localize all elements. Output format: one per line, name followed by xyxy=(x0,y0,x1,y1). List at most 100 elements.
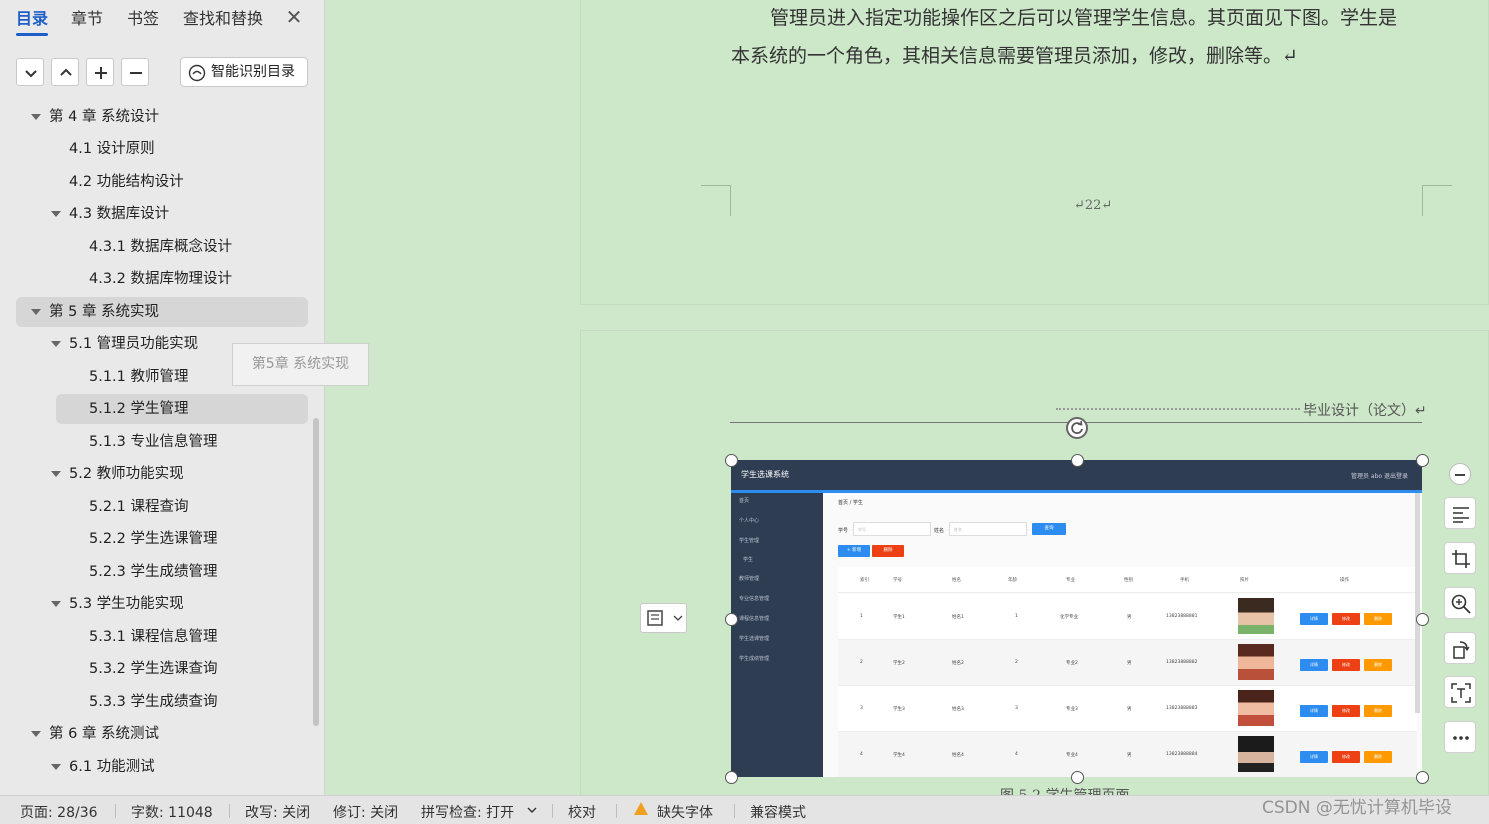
tab-find-replace[interactable]: 查找和替换 xyxy=(183,8,263,34)
cell-name: 姓名2 xyxy=(952,661,964,666)
toc-item-4-2[interactable]: 4.2 功能结构设计 xyxy=(56,167,308,197)
resize-handle-ne[interactable] xyxy=(1416,454,1429,467)
toc-item-5-1-2[interactable]: 5.1.2 学生管理 xyxy=(56,394,308,424)
status-overwrite[interactable]: 改写: 关闭 xyxy=(245,802,310,822)
remove-level-button[interactable] xyxy=(121,58,149,86)
toc-item-5-2-2[interactable]: 5.2.2 学生选课管理 xyxy=(76,524,308,554)
smart-toc-button[interactable]: 智能识别目录 xyxy=(180,57,308,87)
cell-major: 专业3 xyxy=(1066,707,1078,712)
collapse-up-button[interactable] xyxy=(51,58,79,86)
resize-handle-se[interactable] xyxy=(1416,771,1429,784)
toc-item-4-3-1[interactable]: 4.3.1 数据库概念设计 xyxy=(76,232,308,262)
toc-item-ch4[interactable]: 第 4 章 系统设计 xyxy=(16,102,308,132)
toc-item-5-3-2[interactable]: 5.3.2 学生选课查询 xyxy=(76,654,308,684)
toc-label: 4.3 数据库设计 xyxy=(69,206,170,222)
zoom-in-button[interactable] xyxy=(1444,587,1476,619)
text-wrap-button[interactable] xyxy=(1444,497,1476,529)
cell-age: 2 xyxy=(1015,660,1018,665)
add-level-button[interactable] xyxy=(86,58,114,86)
collapse-tools-button[interactable] xyxy=(1449,463,1471,485)
toc-item-5-3[interactable]: 5.3 学生功能实现 xyxy=(36,589,308,619)
expand-caret-icon[interactable] xyxy=(51,764,61,770)
student-photo xyxy=(1238,690,1274,726)
detail-button: 详情 xyxy=(1300,659,1328,671)
app-breadcrumb: 首页 / 学生 xyxy=(838,500,863,506)
app-menu-item: 学生选课管理 xyxy=(739,636,770,642)
rotate-handle[interactable] xyxy=(1066,417,1088,439)
toc-label: 5.3 学生功能实现 xyxy=(69,596,184,612)
status-proofread[interactable]: 校对 xyxy=(568,802,596,822)
resize-handle-n[interactable] xyxy=(1071,454,1084,467)
watermark: CSDN @无忧计算机毕设 xyxy=(1262,798,1452,818)
toc-item-6-1[interactable]: 6.1 功能测试 xyxy=(36,752,308,782)
wrap-layout-icon xyxy=(647,610,683,626)
status-revision[interactable]: 修订: 关闭 xyxy=(333,802,398,822)
toc-label: 第 5 章 系统实现 xyxy=(49,304,160,320)
body-text-line[interactable]: 本系统的一个角色，其相关信息需要管理员添加，修改，删除等。↵ xyxy=(731,41,1298,68)
toc-scrollbar[interactable] xyxy=(313,418,319,726)
embedded-image[interactable]: 学生选课系统 管理员 abo 退出登录 首页 个人中心 学生管理 学生 教师管理… xyxy=(731,460,1422,777)
extract-text-button[interactable] xyxy=(1444,676,1476,708)
resize-handle-s[interactable] xyxy=(1071,771,1084,784)
close-icon[interactable]: ✕ xyxy=(283,6,305,28)
status-divider xyxy=(734,804,735,818)
expand-caret-icon[interactable] xyxy=(51,211,61,217)
status-spellcheck[interactable]: 拼写检查: 打开 xyxy=(421,802,514,822)
crop-button[interactable] xyxy=(1444,542,1476,574)
toc-item-4-3-2[interactable]: 4.3.2 数据库物理设计 xyxy=(76,264,308,294)
student-photo xyxy=(1238,644,1274,680)
toc-item-4-1[interactable]: 4.1 设计原则 xyxy=(56,134,308,164)
expand-caret-icon[interactable] xyxy=(51,341,61,347)
body-text-line[interactable]: 管理员进入指定功能操作区之后可以管理学生信息。其页面见下图。学生是 xyxy=(770,3,1397,30)
status-missing-font[interactable]: 缺失字体 xyxy=(657,802,713,822)
status-word-count[interactable]: 字数: 11048 xyxy=(131,802,213,822)
expand-caret-icon[interactable] xyxy=(31,731,41,737)
col-header: 专业 xyxy=(1066,578,1075,583)
expand-caret-icon[interactable] xyxy=(31,114,41,120)
toc-item-5-2-1[interactable]: 5.2.1 课程查询 xyxy=(76,492,308,522)
expand-caret-icon[interactable] xyxy=(31,309,41,315)
delete-row-button: 删除 xyxy=(1364,751,1392,763)
toc-item-5-3-1[interactable]: 5.3.1 课程信息管理 xyxy=(76,622,308,652)
app-scrollbar xyxy=(1415,493,1420,713)
tab-toc[interactable]: 目录 xyxy=(16,8,49,36)
ocr-text-icon xyxy=(1451,683,1471,703)
tab-bookmarks[interactable]: 书签 xyxy=(127,8,159,34)
toc-label: 4.3.1 数据库概念设计 xyxy=(89,239,233,255)
rotate-icon xyxy=(1071,420,1083,434)
toc-label: 5.3.3 学生成绩查询 xyxy=(89,694,218,710)
toc-item-ch6[interactable]: 第 6 章 系统测试 xyxy=(16,719,308,749)
app-menu-item: 首页 xyxy=(739,498,750,504)
app-search-label: 姓名 xyxy=(934,528,945,534)
toc-item-5-3-3[interactable]: 5.3.3 学生成绩查询 xyxy=(76,687,308,717)
detail-button: 详情 xyxy=(1300,613,1328,625)
toc-item-5-2[interactable]: 5.2 教师功能实现 xyxy=(36,459,308,489)
status-page[interactable]: 页面: 28/36 xyxy=(20,802,98,822)
cell-gender: 男 xyxy=(1127,615,1132,620)
rotate-image-icon xyxy=(1453,641,1470,659)
toc-label: 第 6 章 系统测试 xyxy=(49,726,160,742)
layout-options-button[interactable] xyxy=(640,603,687,633)
chevron-down-icon[interactable] xyxy=(527,806,537,814)
col-header: 索引 xyxy=(860,578,869,583)
status-compat-mode[interactable]: 兼容模式 xyxy=(750,802,806,822)
resize-handle-nw[interactable] xyxy=(725,454,738,467)
more-tools-button[interactable] xyxy=(1444,721,1476,753)
resize-handle-w[interactable] xyxy=(725,613,738,626)
resize-handle-e[interactable] xyxy=(1416,613,1429,626)
expand-caret-icon[interactable] xyxy=(51,471,61,477)
toc-item-5-2-3[interactable]: 5.2.3 学生成绩管理 xyxy=(76,557,308,587)
nav-tabs: 目录 章节 书签 查找和替换 ✕ xyxy=(0,0,325,40)
expand-caret-icon[interactable] xyxy=(51,601,61,607)
page-header[interactable]: 毕业设计（论文）↵ xyxy=(1303,400,1427,420)
replace-image-button[interactable] xyxy=(1444,632,1476,664)
toc-item-ch5[interactable]: 第 5 章 系统实现 xyxy=(16,297,308,327)
crop-mark xyxy=(701,185,731,216)
collapse-down-button[interactable] xyxy=(16,58,44,86)
toc-item-4-3[interactable]: 4.3 数据库设计 xyxy=(36,199,308,229)
toc-label: 5.3.2 学生选课查询 xyxy=(89,661,218,677)
app-table-header: 索引 学号 姓名 年龄 专业 性别 手机 照片 操作 xyxy=(838,567,1417,593)
tab-chapters[interactable]: 章节 xyxy=(71,8,103,34)
toc-item-5-1-3[interactable]: 5.1.3 专业信息管理 xyxy=(76,427,308,457)
resize-handle-sw[interactable] xyxy=(725,771,738,784)
